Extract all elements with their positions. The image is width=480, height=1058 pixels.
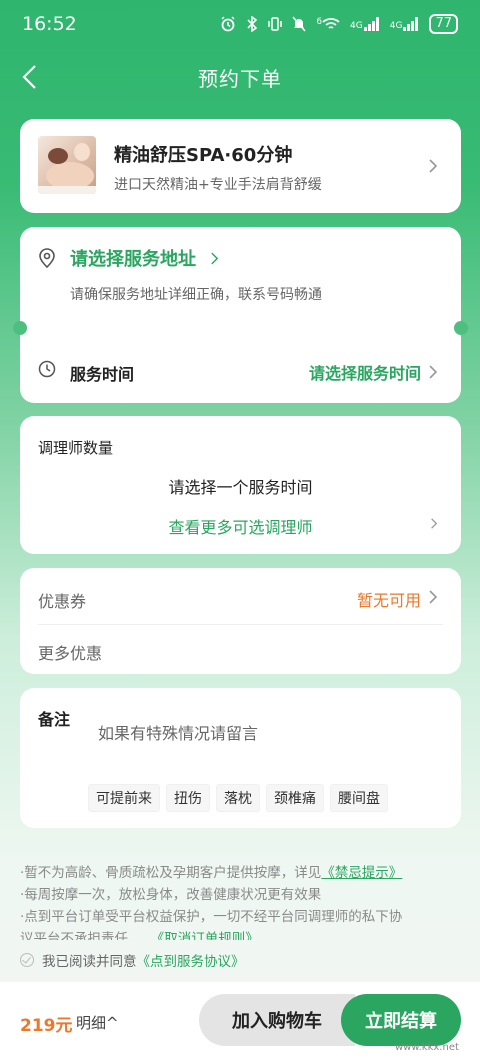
- contraindication-link[interactable]: 《禁忌提示》: [321, 865, 402, 881]
- service-agreement-link[interactable]: 《点到服务协议》: [137, 950, 245, 970]
- address-hint: 请确保服务地址详细正确，联系号码畅通: [70, 287, 322, 303]
- remark-input[interactable]: [98, 720, 428, 746]
- signal-icon-1: 4G: [350, 17, 380, 31]
- alarm-icon: [221, 16, 235, 32]
- status-icons: 6 4G 4G 77: [220, 14, 458, 34]
- service-name: 精油舒压SPA·60分钟: [114, 145, 293, 166]
- card-notch-right: [454, 321, 468, 335]
- note-line: 议平台不承担责任。 《取消订单规则》: [20, 928, 460, 940]
- note-text: ·暂不为高龄、骨质疏松及孕期客户提供按摩，详见: [20, 865, 322, 881]
- remark-tag[interactable]: 扭伤: [166, 784, 210, 812]
- card-notch-left: [13, 321, 27, 335]
- remark-label: 备注: [38, 710, 71, 729]
- remark-tag[interactable]: 可提前来: [88, 784, 160, 812]
- service-thumbnail: [38, 136, 96, 194]
- signal-icon-2: 4G: [390, 17, 420, 31]
- agreement-checkbox[interactable]: [20, 953, 34, 967]
- service-notes: ·暂不为高龄、骨质疏松及孕期客户提供按摩，详见《禁忌提示》 ·每周按摩一次，放松…: [20, 862, 460, 940]
- chevron-right-icon: [429, 590, 438, 604]
- therapist-card: 调理师数量 请选择一个服务时间 查看更多可选调理师: [20, 416, 461, 554]
- discount-card: 优惠券 暂无可用 更多优惠: [20, 568, 461, 674]
- status-bar: 16:52 6 4G 4G 77: [0, 0, 480, 48]
- location-pin-icon: [39, 248, 55, 268]
- chevron-right-icon: [431, 518, 438, 529]
- battery-icon: 77: [429, 14, 458, 34]
- bluetooth-icon: [247, 16, 258, 32]
- clock-icon: [38, 360, 56, 378]
- chevron-right-icon: [429, 365, 438, 379]
- select-time-link[interactable]: 请选择服务时间: [309, 360, 421, 384]
- agreement-text: 我已阅读并同意: [42, 954, 137, 970]
- checkout-bar: 219元 明细^ 加入购物车 立即结算 www.kkx.net: [0, 982, 480, 1058]
- add-to-cart-button[interactable]: 加入购物车: [199, 994, 355, 1046]
- note-line: ·每周按摩一次，放松身体，改善健康状况更有效果: [20, 887, 322, 903]
- service-desc: 进口天然精油+专业手法肩背舒缓: [114, 177, 322, 193]
- more-therapists-link[interactable]: 查看更多可选调理师: [20, 514, 461, 538]
- remark-tag[interactable]: 颈椎痛: [266, 784, 324, 812]
- total-price: 219元: [20, 1016, 73, 1036]
- watermark: www.kkx.net: [395, 1042, 459, 1053]
- coupon-value[interactable]: 暂无可用: [357, 587, 421, 611]
- cancel-rules-link[interactable]: 《取消订单规则》: [158, 931, 259, 940]
- battery-level: 77: [435, 16, 452, 31]
- divider: [38, 624, 443, 625]
- service-time-label: 服务时间: [70, 365, 135, 384]
- select-address-link[interactable]: 请选择服务地址: [70, 245, 219, 271]
- wifi-icon: 6: [316, 17, 340, 31]
- price-detail-toggle[interactable]: 明细^: [76, 1012, 119, 1033]
- therapist-hint: 请选择一个服务时间: [168, 478, 313, 497]
- note-line: ·暂不为高龄、骨质疏松及孕期客户提供按摩，详见《禁忌提示》: [20, 862, 460, 884]
- nav-bar: 预约下单: [0, 52, 480, 102]
- chevron-right-icon: [211, 252, 219, 265]
- select-address-label: 请选择服务地址: [70, 249, 196, 270]
- more-discounts-label[interactable]: 更多优惠: [38, 640, 102, 664]
- back-arrow-icon[interactable]: [16, 62, 46, 92]
- checkout-button[interactable]: 立即结算: [341, 994, 461, 1046]
- service-card[interactable]: 精油舒压SPA·60分钟 进口天然精油+专业手法肩背舒缓: [20, 119, 461, 213]
- remark-card: 备注 可提前来 扭伤 落枕 颈椎痛 腰间盘: [20, 688, 461, 828]
- mute-bell-icon: [292, 16, 306, 32]
- agreement-row[interactable]: 我已阅读并同意 《点到服务协议》: [20, 950, 245, 970]
- status-time: 16:52: [22, 13, 77, 35]
- chevron-right-icon: [429, 159, 438, 173]
- remark-tags: 可提前来 扭伤 落枕 颈椎痛 腰间盘: [88, 784, 388, 812]
- address-time-card: 请选择服务地址 请确保服务地址详细正确，联系号码畅通 服务时间 请选择服务时间: [13, 227, 468, 403]
- page-title: 预约下单: [198, 66, 282, 91]
- signal-label-1: 4G: [350, 21, 363, 31]
- therapist-count-label: 调理师数量: [38, 439, 114, 457]
- remark-tag[interactable]: 腰间盘: [330, 784, 388, 812]
- note-text: 议平台不承担责任。: [20, 931, 142, 940]
- remark-tag[interactable]: 落枕: [216, 784, 260, 812]
- note-line: ·点到平台订单受平台权益保护，一切不经平台同调理师的私下协: [20, 909, 403, 925]
- coupon-label: 优惠券: [38, 592, 87, 611]
- vibrate-icon: [268, 17, 283, 31]
- signal-label-2: 4G: [389, 21, 403, 31]
